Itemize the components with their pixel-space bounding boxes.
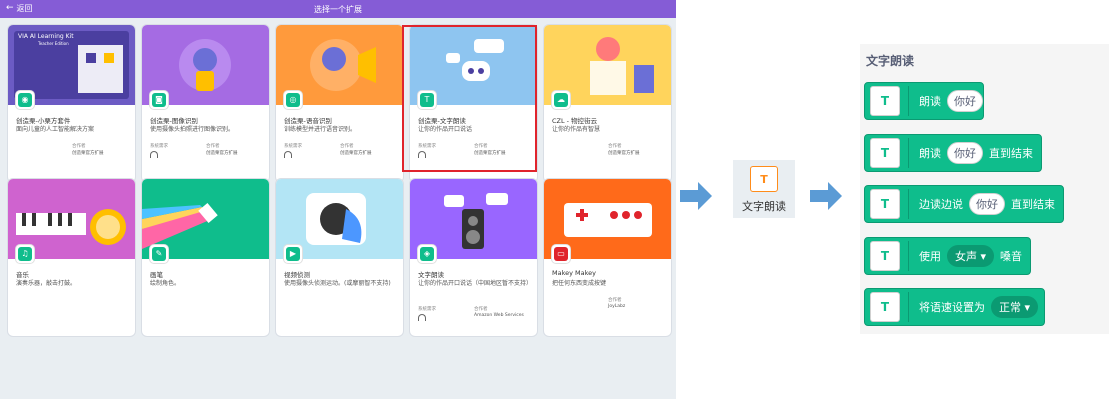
wifi-icon: [284, 151, 292, 160]
card-name: 创造栗-小栗方套件: [16, 117, 71, 125]
palette-title: 文字朗读: [866, 54, 915, 68]
kit-art-subtitle: Teacher Edition: [38, 41, 69, 46]
voice-dropdown[interactable]: 女声 ▾: [947, 245, 995, 267]
text-speech-icon: T: [750, 166, 778, 192]
partner-label: 合作者: [474, 307, 488, 312]
partner-value: JoyLabz: [608, 304, 626, 309]
text-input[interactable]: 你好: [969, 193, 1005, 215]
block-text: 朗读: [919, 95, 941, 108]
category-label: 文字朗读: [742, 200, 786, 213]
text-input[interactable]: 你好: [947, 142, 983, 164]
text-speech-icon: T: [870, 86, 900, 116]
extension-card-text-to-speech[interactable]: ◈ 文字朗读 让你的作品开口说话（中国地区暂不支持） 系统需求 合作者 Amaz…: [410, 179, 537, 336]
requirements-label: 系统需求: [418, 307, 436, 312]
text-speech-icon: T: [870, 241, 900, 271]
extension-card-pen[interactable]: ✎ 画笔 绘制角色。: [142, 179, 269, 336]
music-note-badge-icon: ♫: [16, 245, 34, 263]
partner-label: 合作者: [206, 144, 220, 149]
text-to-speech-category[interactable]: T 文字朗读: [733, 160, 795, 218]
extension-card-makey-makey[interactable]: ▭ Makey Makey 把任何东西变成按键 合作者 JoyLabz: [544, 179, 671, 336]
partner-value: Amazon Web Services: [474, 313, 524, 318]
speech-bubble-badge-icon: ◈: [418, 245, 436, 263]
extension-card-video-sensing[interactable]: ▶ 视频侦测 使用摄像头侦测运动。(或摩丽智不支持): [276, 179, 403, 336]
extension-card-speech-recognition[interactable]: ◎ 创造栗-语音识别 训练模型并进行语音识别。 系统需求 合作者 创造栗官方扩展: [276, 25, 403, 182]
card-name: Makey Makey: [552, 269, 597, 277]
makey-badge-icon: ▭: [552, 245, 570, 263]
card-description: 让你的作品开口说话（中国地区暂不支持）: [418, 280, 533, 287]
set-voice-block[interactable]: T 使用 女声 ▾ 嗓音: [864, 237, 1032, 275]
text-speech-icon: T: [870, 189, 900, 219]
library-title: 选择一个扩展: [314, 5, 362, 14]
card-description: 演奏乐器，敲击打鼓。: [16, 280, 77, 287]
microphone-badge-icon: ◎: [284, 91, 302, 109]
cloud-badge-icon: ☁: [552, 91, 570, 109]
set-speed-block[interactable]: T 将语速设置为 正常 ▾: [864, 288, 1046, 326]
card-name: 音乐: [16, 271, 29, 279]
extension-card-czl-cloud[interactable]: ☁ CZL - 物控街云 让你的作品有智慧 合作者 创造栗官方扩展: [544, 25, 671, 182]
partner-label: 合作者: [608, 298, 622, 303]
extension-card-kit[interactable]: VIA AI Learning Kit Teacher Edition ◉ 创造…: [8, 25, 135, 182]
card-name: CZL - 物控街云: [552, 117, 598, 125]
block-text: 将语速设置为: [919, 301, 985, 314]
speed-dropdown[interactable]: 正常 ▾: [991, 296, 1039, 318]
partner-value: 创造栗官方扩展: [72, 151, 104, 156]
flow-arrow-icon: [680, 182, 712, 210]
block-text: 使用: [919, 250, 941, 263]
card-name: 创造栗-语音识别: [284, 117, 332, 125]
text-speech-icon: T: [870, 292, 900, 322]
flow-arrow-icon: [810, 182, 842, 210]
block-suffix: 嗓音: [1000, 250, 1023, 263]
kit-badge-icon: ◉: [16, 91, 34, 109]
selected-card-highlight: [402, 25, 537, 172]
block-palette: 文字朗读 T 朗读 你好 T 朗读 你好 直到结束 T 边读边说 你好 直到结束…: [860, 44, 1109, 334]
card-description: 使用摄像头拍照进行图像识别。: [150, 126, 235, 133]
partner-value: 创造栗官方扩展: [206, 151, 238, 156]
extension-library-panel: ← 返回 选择一个扩展 VIA AI Learning Kit Teacher …: [0, 0, 676, 399]
card-name: 视频侦测: [284, 271, 310, 279]
text-input[interactable]: 你好: [947, 90, 983, 112]
card-name: 创造栗-图像识别: [150, 117, 198, 125]
card-name: 画笔: [150, 271, 163, 279]
card-description: 面向儿童的人工智能解决方案: [16, 126, 95, 133]
pen-badge-icon: ✎: [150, 245, 168, 263]
wifi-icon: [418, 314, 426, 323]
extension-card-image-recognition[interactable]: ◙ 创造栗-图像识别 使用摄像头拍照进行图像识别。 系统需求 合作者 创造栗官方…: [142, 25, 269, 182]
partner-label: 合作者: [340, 144, 354, 149]
partner-label: 合作者: [72, 144, 86, 149]
requirements-label: 系统需求: [284, 144, 302, 149]
partner-value: 创造栗官方扩展: [340, 151, 372, 156]
wifi-icon: [150, 151, 158, 160]
card-description: 把任何东西变成按键: [552, 280, 607, 287]
block-text: 边读边说: [919, 198, 963, 211]
speak-block[interactable]: T 朗读 你好: [864, 82, 984, 120]
card-description: 让你的作品有智慧: [552, 126, 601, 133]
camera-badge-icon: ◙: [150, 91, 168, 109]
card-description: 使用摄像头侦测运动。(或摩丽智不支持): [284, 280, 391, 287]
card-description: 训练模型并进行语音识别。: [284, 126, 357, 133]
text-speech-icon: T: [870, 138, 900, 168]
card-name: 文字朗读: [418, 271, 444, 279]
speak-and-wait-block[interactable]: T 朗读 你好 直到结束: [864, 134, 1042, 172]
say-while-speaking-block[interactable]: T 边读边说 你好 直到结束: [864, 185, 1064, 223]
requirements-label: 系统需求: [150, 144, 168, 149]
block-suffix: 直到结束: [1011, 198, 1055, 211]
partner-value: 创造栗官方扩展: [608, 151, 640, 156]
card-description: 绘制角色。: [150, 280, 181, 287]
kit-art-title: VIA AI Learning Kit: [18, 33, 74, 40]
partner-label: 合作者: [608, 144, 622, 149]
library-header: ← 返回 选择一个扩展: [0, 0, 676, 18]
extension-card-music[interactable]: ♫ 音乐 演奏乐器，敲击打鼓。: [8, 179, 135, 336]
block-suffix: 直到结束: [989, 147, 1033, 160]
block-text: 朗读: [919, 147, 941, 160]
video-camera-badge-icon: ▶: [284, 245, 302, 263]
